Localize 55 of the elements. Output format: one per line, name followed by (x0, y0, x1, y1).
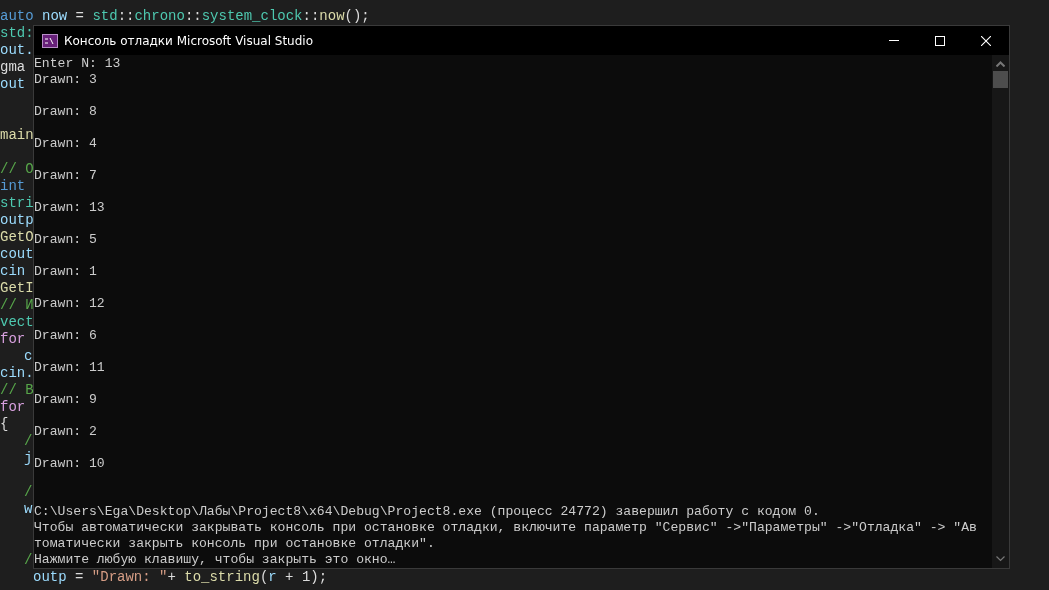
code-fragment: GetO (0, 229, 34, 246)
console-output-line: Drawn: 12 (34, 296, 105, 312)
code-fragment: vect (0, 314, 34, 331)
code-fragment: outp (0, 212, 34, 229)
code-fragment: j (24, 450, 33, 467)
console-output-line: Drawn: 6 (34, 328, 97, 344)
maximize-icon (935, 35, 945, 46)
console-output-line: Drawn: 8 (34, 104, 97, 120)
console-output-line: Drawn: 4 (34, 136, 97, 152)
console-output-line: Drawn: 11 (34, 360, 105, 376)
code-fragment: cin (0, 263, 26, 280)
console-output-line: томатически закрыть консоль при остановке отладки". (34, 536, 435, 552)
console-output-line: Drawn: 7 (34, 168, 97, 184)
code-fragment: cout (0, 246, 34, 263)
code-fragment: for (0, 399, 26, 416)
code-fragment: / (24, 484, 33, 501)
code-fragment: stri (0, 195, 34, 212)
code-fragment: gma (0, 59, 26, 76)
console-output-line: Drawn: 3 (34, 72, 97, 88)
code-fragment: { (0, 416, 9, 433)
scroll-up-icon[interactable] (996, 61, 1005, 67)
console-output-line: Нажмите любую клавишу, чтобы закрыть это окно… (34, 552, 396, 568)
code-line: auto now = std::chrono::system_clock::now(); (0, 8, 370, 25)
code-fragment: c (24, 348, 33, 365)
code-fragment: / (24, 552, 33, 569)
scroll-down-icon[interactable] (996, 556, 1005, 562)
close-icon (981, 35, 991, 46)
code-fragment: // О (0, 161, 34, 178)
window-title: Консоль отладки Microsoft Visual Studio (64, 33, 314, 48)
console-output-line: Drawn: 9 (34, 392, 97, 408)
console-output-line: Чтобы автоматически закрывать консоль при остановке отладки, включите параметр "Сервис" ->"Параметры" ->"Отладка" -> "Ав (34, 520, 977, 536)
code-fragment: int (0, 178, 26, 195)
console-output-line: Drawn: 5 (34, 232, 97, 248)
code-fragment: GetI (0, 280, 34, 297)
console-output-line: Drawn: 13 (34, 200, 105, 216)
code-line: outp = "Drawn: "+ to_string(r + 1); (32, 569, 328, 586)
code-fragment: / (24, 433, 33, 450)
code-fragment: out. (0, 42, 34, 59)
code-fragment: out (0, 76, 26, 93)
console-app-icon (42, 33, 58, 48)
minimize-icon (889, 40, 899, 41)
code-fragment: // В (0, 382, 34, 399)
console-output-line: Drawn: 1 (34, 264, 97, 280)
console-output-line: Drawn: 10 (34, 456, 105, 472)
scrollbar[interactable] (992, 55, 1009, 568)
code-fragment: // И (0, 297, 34, 314)
code-fragment: for (0, 331, 26, 348)
console-output-line: C:\Users\Ega\Desktop\Лабы\Project8\x64\Debug\Project8.exe (процесс 24772) завершил работу с кодом 0. (34, 504, 820, 520)
code-fragment: cin. (0, 365, 34, 382)
scroll-thumb[interactable] (993, 71, 1008, 88)
console-output-line: Enter N: 13 (34, 56, 121, 72)
code-fragment: main (0, 127, 34, 144)
console-output-line: Drawn: 2 (34, 424, 97, 440)
code-fragment: w (24, 501, 33, 518)
code-fragment: std: (0, 25, 34, 42)
